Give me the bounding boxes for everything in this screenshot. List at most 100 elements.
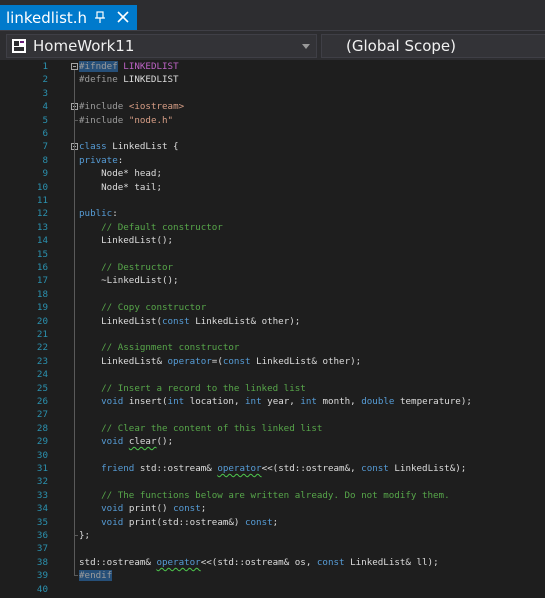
line-number: 22 bbox=[36, 342, 48, 354]
code-line[interactable]: 35 void print(std::ostream&) const; bbox=[0, 516, 545, 529]
code-line[interactable]: 28 // Clear the content of this linked l… bbox=[0, 422, 545, 435]
code-token: : bbox=[112, 208, 118, 220]
line-number: 2 bbox=[42, 74, 48, 86]
code-line[interactable]: 12 public: bbox=[0, 207, 545, 220]
line-number: 8 bbox=[42, 154, 48, 166]
code-token: // Assignment constructor bbox=[101, 342, 240, 354]
code-text: // Default constructor bbox=[79, 221, 223, 234]
code-line[interactable]: 27 bbox=[0, 408, 545, 421]
code-line[interactable]: 19 // Copy constructor bbox=[0, 301, 545, 314]
code-line[interactable]: 15 bbox=[0, 248, 545, 261]
code-line[interactable]: 17 ~LinkedList(); bbox=[0, 274, 545, 287]
code-line[interactable]: 36}; bbox=[0, 529, 545, 542]
code-line[interactable]: 30 bbox=[0, 449, 545, 462]
code-token: #endif bbox=[79, 570, 113, 582]
outline-guide bbox=[74, 150, 75, 535]
code-line[interactable]: 6 bbox=[0, 127, 545, 140]
code-token: location, bbox=[184, 396, 246, 407]
line-number: 33 bbox=[36, 489, 48, 501]
outline-guide bbox=[74, 110, 75, 120]
code-token: ~LinkedList(); bbox=[79, 275, 179, 287]
code-line[interactable]: 5 #include "node.h" bbox=[0, 114, 545, 127]
code-line[interactable]: 16 // Destructor bbox=[0, 261, 545, 274]
code-line[interactable]: 9 Node* head; bbox=[0, 167, 545, 180]
code-token: public bbox=[79, 208, 113, 220]
line-number: 16 bbox=[36, 262, 48, 273]
code-line[interactable]: 13 // Default constructor bbox=[0, 221, 545, 234]
code-token: class bbox=[79, 141, 107, 153]
code-line[interactable]: 10 Node* tail; bbox=[0, 181, 545, 194]
code-line[interactable]: 7 class LinkedList { bbox=[0, 140, 545, 153]
code-line[interactable]: 1 #ifndef LINKEDLIST bbox=[0, 60, 545, 73]
line-number: 4 bbox=[42, 101, 48, 113]
code-line[interactable]: 23 LinkedList& operator=(const LinkedLis… bbox=[0, 355, 545, 368]
line-number: 7 bbox=[42, 141, 48, 153]
line-number: 6 bbox=[42, 128, 48, 139]
code-line[interactable]: 37 bbox=[0, 542, 545, 555]
code-token: LinkedList( bbox=[79, 315, 162, 327]
code-text: LinkedList(); bbox=[79, 234, 173, 247]
code-line[interactable]: 21 bbox=[0, 328, 545, 341]
code-token: "node.h" bbox=[128, 114, 174, 126]
line-number: 35 bbox=[36, 516, 48, 528]
code-line[interactable]: 25 // Insert a record to the linked list bbox=[0, 382, 545, 395]
code-line[interactable]: 32 bbox=[0, 475, 545, 488]
line-number: 20 bbox=[36, 315, 48, 327]
code-line[interactable]: 39 #endif bbox=[0, 569, 545, 582]
code-line[interactable]: 2 #define LINKEDLIST bbox=[0, 73, 545, 86]
code-token: Node* tail; bbox=[79, 181, 162, 193]
project-dropdown[interactable]: HomeWork11 bbox=[6, 34, 317, 58]
line-number: 19 bbox=[36, 302, 48, 314]
code-token: #define bbox=[79, 74, 118, 86]
outline-end-tick bbox=[74, 535, 78, 536]
code-text: // The functions below are written alrea… bbox=[79, 489, 449, 502]
code-token: // Clear the content of this linked list bbox=[101, 422, 323, 434]
code-editor[interactable]: 1 #ifndef LINKEDLIST 2 #define LINKEDLIST 3 4… bbox=[0, 60, 545, 598]
code-line[interactable]: 29 void clear(); bbox=[0, 435, 545, 448]
code-token: // Destructor bbox=[101, 262, 174, 273]
line-number: 13 bbox=[36, 221, 48, 233]
code-token: ; bbox=[272, 516, 279, 528]
code-line[interactable]: 3 bbox=[0, 87, 545, 100]
code-line[interactable]: 22 // Assignment constructor bbox=[0, 341, 545, 354]
collapse-toggle-icon[interactable] bbox=[71, 63, 78, 70]
line-number: 38 bbox=[36, 556, 48, 568]
line-number: 21 bbox=[36, 329, 48, 340]
code-line[interactable]: 8 private: bbox=[0, 154, 545, 167]
code-text: LinkedList& operator=(const LinkedList& … bbox=[79, 355, 361, 368]
code-token: <iostream> bbox=[128, 101, 185, 113]
code-line[interactable]: 33 // The functions below are written al… bbox=[0, 489, 545, 502]
code-token: LinkedList& ll); bbox=[344, 556, 439, 568]
code-line[interactable]: 20 LinkedList(const LinkedList& other); bbox=[0, 315, 545, 328]
code-token: void bbox=[101, 436, 124, 448]
code-line[interactable]: 24 bbox=[0, 368, 545, 381]
code-line[interactable]: 14 LinkedList(); bbox=[0, 234, 545, 247]
close-icon[interactable] bbox=[116, 10, 130, 24]
code-token: LINKEDLIST bbox=[117, 74, 179, 86]
code-line[interactable]: 26 void insert(int location, int year, i… bbox=[0, 395, 545, 408]
code-token: month, bbox=[316, 396, 362, 407]
line-number: 1 bbox=[42, 61, 48, 72]
code-line[interactable]: 18 bbox=[0, 288, 545, 301]
code-line[interactable]: 38 std::ostream& operator<<(std::ostream&… bbox=[0, 556, 545, 569]
scope-dropdown[interactable]: (Global Scope) bbox=[321, 34, 545, 58]
line-number: 14 bbox=[36, 235, 48, 247]
code-line[interactable]: 11 bbox=[0, 194, 545, 207]
code-token: LINKEDLIST bbox=[123, 61, 179, 72]
code-token: #include bbox=[79, 101, 124, 113]
code-token: int bbox=[167, 396, 185, 407]
code-token: #ifndef bbox=[79, 61, 118, 72]
code-line[interactable]: 40 bbox=[0, 583, 545, 596]
code-line[interactable]: 31 friend std::ostream& operator<<(std::… bbox=[0, 462, 545, 475]
code-line[interactable]: 34 void print() const; bbox=[0, 502, 545, 515]
tab-linkedlist-h[interactable]: linkedlist.h bbox=[0, 5, 137, 30]
pin-icon[interactable] bbox=[93, 9, 107, 25]
code-line[interactable]: 4 #include <iostream> bbox=[0, 100, 545, 113]
chevron-down-icon bbox=[302, 44, 310, 49]
line-number: 37 bbox=[36, 543, 48, 555]
code-token: ; bbox=[200, 503, 207, 515]
code-token: double bbox=[361, 396, 395, 407]
